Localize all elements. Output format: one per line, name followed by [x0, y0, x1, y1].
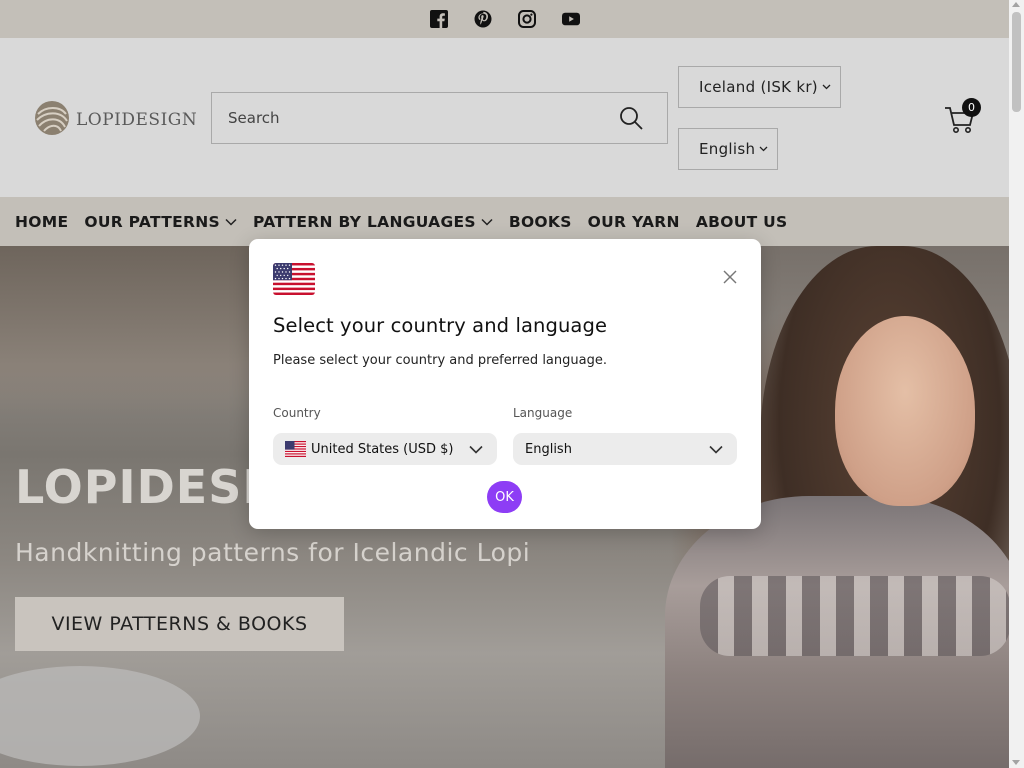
hero-image-pool [0, 666, 200, 766]
language-dropdown[interactable]: English [513, 433, 737, 465]
hero-image-sweater-pattern [700, 576, 1009, 656]
nav-item-label: OUR YARN [587, 212, 680, 231]
nav-item-home[interactable]: HOME [15, 213, 68, 231]
country-dropdown-value: United States (USD $) [311, 441, 454, 457]
chevron-down-icon [225, 218, 237, 226]
pinterest-icon[interactable] [474, 10, 492, 28]
nav-item-about-us[interactable]: ABOUT US [696, 213, 788, 231]
scroll-up-arrow-icon[interactable] [1012, 2, 1020, 7]
ok-button[interactable]: OK [487, 481, 522, 513]
facebook-icon[interactable] [429, 10, 448, 28]
us-flag-icon [273, 263, 315, 299]
site-logo[interactable]: LOPIDESIGN [34, 100, 197, 140]
scrollbar-thumb[interactable] [1012, 12, 1021, 112]
nav-item-label: BOOKS [508, 212, 572, 231]
chevron-down-icon [822, 84, 831, 90]
youtube-icon[interactable] [561, 10, 580, 28]
view-patterns-button[interactable]: VIEW PATTERNS & BOOKS [15, 597, 344, 651]
modal-description: Please select your country and preferred… [273, 353, 607, 368]
search-icon[interactable] [619, 106, 643, 134]
nav-item-our-patterns[interactable]: OUR PATTERNS [84, 213, 237, 231]
page-scrollbar[interactable] [1009, 0, 1024, 768]
modal-title: Select your country and language [273, 314, 608, 337]
us-flag-icon [285, 441, 306, 457]
cart-count-badge: 0 [962, 98, 981, 117]
language-dropdown-value: English [525, 441, 572, 457]
nav-item-label: HOME [15, 212, 69, 231]
chevron-down-icon [759, 146, 768, 152]
language-selector[interactable]: English [678, 128, 778, 170]
language-selector-label: English [699, 140, 756, 158]
hero-image-model-face [835, 316, 975, 506]
country-selector-label: Iceland (ISK kr) [699, 78, 818, 96]
site-header: LOPIDESIGN Iceland (ISK kr) English [0, 38, 1009, 197]
social-bar [0, 0, 1009, 38]
language-label: Language [513, 406, 573, 420]
nav-item-our-yarn[interactable]: OUR YARN [588, 213, 680, 231]
nav-item-pattern-by-languages[interactable]: PATTERN BY LANGUAGES [253, 213, 493, 231]
chevron-down-icon [469, 443, 483, 458]
page: LOPIDESIGN Iceland (ISK kr) English [0, 0, 1009, 768]
country-dropdown[interactable]: United States (USD $) [273, 433, 497, 465]
instagram-icon[interactable] [517, 10, 536, 28]
country-selector[interactable]: Iceland (ISK kr) [678, 66, 841, 108]
logo-text: LOPIDESIGN [76, 110, 198, 130]
hero-subtitle: Handknitting patterns for Icelandic Lopi [15, 538, 531, 567]
country-language-modal: Select your country and language Please … [249, 239, 761, 529]
search-input[interactable] [228, 109, 608, 127]
close-icon[interactable] [721, 268, 739, 286]
country-label: Country [273, 406, 321, 420]
search-box[interactable] [211, 92, 668, 144]
nav-item-label: PATTERN BY LANGUAGES [252, 212, 476, 231]
nav-item-books[interactable]: BOOKS [509, 213, 572, 231]
scroll-down-arrow-icon[interactable] [1012, 760, 1020, 765]
nav-item-label: ABOUT US [695, 212, 788, 231]
nav-item-label: OUR PATTERNS [84, 212, 220, 231]
chevron-down-icon [709, 443, 723, 458]
yarn-logo-icon [34, 100, 70, 140]
chevron-down-icon [481, 218, 493, 226]
